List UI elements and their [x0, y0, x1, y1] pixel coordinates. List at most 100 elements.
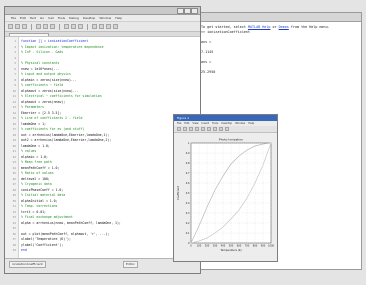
cut-icon[interactable] [36, 24, 41, 29]
line-number: 8 [14, 77, 16, 82]
open-file-icon[interactable] [15, 24, 20, 29]
code-line: ylabel('Coefficient'); [21, 242, 64, 247]
code-line: alphain = 1.0; [21, 154, 48, 159]
save-icon[interactable] [189, 127, 193, 131]
menu-item-debug[interactable]: Debug [69, 15, 79, 21]
code-line: Ebarrier = [2.5 3.5]; [21, 110, 62, 115]
close-button[interactable] [191, 8, 198, 14]
menu-item-edit[interactable]: Edit [20, 15, 26, 21]
editor-statusbar: ionizationCoefficient Editor [5, 258, 200, 273]
figure-window: Figure 1 File Edit View Insert Tools Desktop W… [173, 114, 278, 262]
breakpoint-icon[interactable] [99, 24, 104, 29]
menu-item-text[interactable]: Text [30, 15, 36, 21]
line-number: 11 [12, 94, 16, 98]
line-number: 32 [12, 209, 16, 214]
menu-item-tools[interactable]: Tools [58, 15, 65, 21]
maximize-button[interactable] [184, 8, 191, 14]
y-tick-label: 0.5 [186, 192, 190, 195]
x-tick-label: 500 [229, 245, 234, 248]
open-icon[interactable] [183, 127, 187, 131]
minimize-button[interactable] [177, 8, 184, 14]
figure-menu-item-window[interactable]: Window [235, 121, 245, 126]
command-window-titlebar[interactable] [197, 13, 361, 22]
line-number: 36 [12, 231, 16, 236]
y-tick-label: 0.2 [186, 222, 190, 225]
plot-area[interactable]: 0 100 200 300 400 500 600 700 800 900 1000 0 0.1 0.2 0… [174, 133, 277, 261]
line-number: 9 [14, 83, 16, 87]
zoom-out-icon[interactable] [213, 127, 217, 131]
save-icon[interactable] [22, 24, 27, 29]
code-line: % InP - Silicon - GaAs [21, 50, 64, 54]
menu-item-cell[interactable]: Cell [48, 15, 54, 21]
figure-menu-item-edit[interactable]: Edit [184, 121, 189, 126]
figure-menu-item-view[interactable]: View [192, 121, 198, 126]
undo-icon[interactable] [64, 24, 69, 29]
paste-icon[interactable] [50, 24, 55, 29]
pan-icon[interactable] [219, 127, 223, 131]
x-tick-label: 700 [245, 245, 250, 248]
command-output-line: 25.2950 [201, 70, 216, 74]
menu-item-help[interactable]: Help [115, 15, 122, 21]
y-tick-label: 0.9 [186, 152, 190, 155]
code-line: % Final exchange adjustment [21, 215, 73, 219]
toolbar-separator [31, 23, 32, 30]
y-tick-label: 0.7 [186, 172, 190, 175]
status-tab-editor[interactable]: Editor [123, 261, 138, 268]
figure-menu-item-desktop[interactable]: Desktop [221, 121, 232, 126]
print-icon[interactable] [195, 127, 199, 131]
find-icon[interactable] [92, 24, 97, 29]
line-number: 20 [12, 143, 16, 148]
x-tick-label: 900 [261, 245, 266, 248]
line-number: 26 [12, 176, 16, 181]
new-figure-icon[interactable] [177, 127, 181, 131]
line-number: 22 [12, 154, 16, 159]
status-tab-file[interactable]: ionizationCoefficient [9, 261, 46, 268]
print-icon[interactable] [78, 24, 83, 29]
figure-menu-item-help[interactable]: Help [248, 121, 254, 126]
rotate-icon[interactable] [225, 127, 229, 131]
editor-titlebar[interactable] [5, 7, 200, 15]
line-number: 14 [12, 110, 16, 115]
y-tick-label: 0.1 [186, 232, 190, 235]
redo-icon[interactable] [71, 24, 76, 29]
demos-link[interactable]: Demos [279, 25, 289, 29]
x-tick-label: 100 [197, 245, 202, 248]
code-line: end [21, 248, 27, 252]
menu-item-window[interactable]: Window [99, 15, 111, 21]
y-tick-label: 0.4 [186, 202, 190, 205]
x-tick-label: 600 [237, 245, 242, 248]
line-number: 17 [12, 127, 16, 131]
line-number: 24 [12, 165, 16, 170]
code-line: lamdaOne = 1.0; [21, 143, 50, 148]
code-line: % Ratio of values [21, 171, 54, 175]
run-icon[interactable] [113, 24, 118, 29]
x-axis-label: Temperature (K) [221, 248, 242, 252]
figure-menu-item-tools[interactable]: Tools [212, 121, 218, 126]
zoom-in-icon[interactable] [207, 127, 211, 131]
code-line: % Initial material data [21, 193, 66, 197]
command-window-body[interactable]: To get started, select MATLAB Help or De… [197, 22, 361, 78]
line-number: 21 [12, 149, 16, 153]
line-number: 27 [12, 182, 16, 186]
edit-plot-icon[interactable] [201, 127, 205, 131]
code-line: % Parameters [21, 105, 45, 109]
figure-menu-item-file[interactable]: File [177, 121, 181, 126]
step-icon[interactable] [106, 24, 111, 29]
x-tick-label: 400 [221, 245, 226, 248]
menu-item-file[interactable]: File [11, 15, 16, 21]
figure-toolbar [174, 126, 277, 133]
help-link[interactable]: MATLAB Help [248, 25, 270, 29]
line-number: 2 [14, 44, 16, 49]
figure-titlebar[interactable]: Figure 1 [174, 115, 277, 121]
line-number: 31 [12, 204, 16, 208]
menu-item-desktop[interactable]: Desktop [83, 15, 95, 21]
x-tick-label: 800 [253, 245, 258, 248]
copy-icon[interactable] [43, 24, 48, 29]
line-number: 16 [12, 121, 16, 126]
new-file-icon[interactable] [8, 24, 13, 29]
code-line: alpha = arrhenius(nnew, meanPathCoeff, l… [21, 220, 121, 225]
menu-item-go[interactable]: Go [40, 15, 44, 21]
figure-menu-item-insert[interactable]: Insert [202, 121, 209, 126]
code-area[interactable]: 1 function [] = ionizationCoefficient 2 % I… [5, 36, 200, 259]
y-axis-label: Coefficient [176, 186, 180, 200]
